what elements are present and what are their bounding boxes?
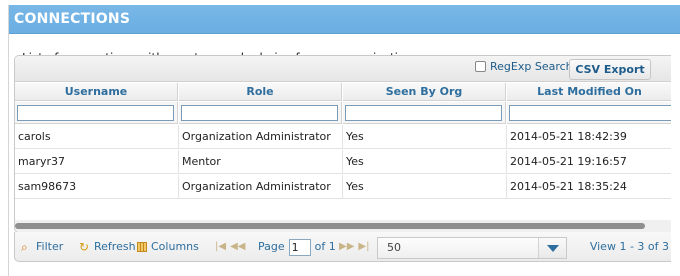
cell-role: Organization Administrator — [179, 125, 343, 149]
column-header-last-modified-on[interactable]: Last Modified On — [507, 83, 671, 101]
filter-button[interactable]: ⌕ Filter — [21, 232, 63, 262]
page-label: Page — [258, 240, 285, 253]
cell-username: maryr37 — [15, 150, 179, 174]
column-header-seen-by-org[interactable]: Seen By Org — [343, 83, 506, 101]
columns-button[interactable]: Columns — [137, 232, 199, 262]
columns-icon — [137, 242, 147, 252]
records-view-text: View 1 - 3 of 3 — [589, 240, 669, 253]
filter-input-username[interactable] — [17, 105, 174, 121]
table-row[interactable]: sam98673 Organization Administrator Yes … — [15, 175, 671, 199]
rows-per-page-select[interactable]: 50 — [377, 237, 567, 259]
horizontal-scrollbar-thumb[interactable] — [15, 223, 645, 229]
pager-nav-back: |◀ ◀◀ — [215, 232, 245, 262]
page-indicator: Page 1 of 1 — [258, 232, 336, 262]
regexp-search-toggle[interactable]: RegExp Search — [475, 60, 573, 73]
grid-pager: ⌕ Filter ↻ Refresh Columns |◀ ◀◀ Page 1 … — [14, 232, 671, 262]
filter-input-role[interactable] — [181, 105, 338, 121]
filter-input-last-modified-on[interactable] — [509, 105, 671, 121]
horizontal-scrollbar[interactable] — [15, 220, 671, 232]
first-page-icon[interactable]: |◀ — [215, 232, 226, 262]
cell-seen-by-org: Yes — [343, 175, 507, 199]
rows-per-page-dropdown-button[interactable] — [538, 238, 566, 258]
cell-seen-by-org: Yes — [343, 150, 507, 174]
filter-button-label: Filter — [36, 240, 64, 253]
cell-last-modified-on: 2014-05-21 18:35:24 — [510, 180, 627, 193]
column-header-role[interactable]: Role — [179, 83, 342, 101]
last-page-icon[interactable]: ▶| — [358, 232, 369, 262]
connections-grid: RegExp Search CSV Export Username Role S… — [14, 55, 671, 233]
refresh-button[interactable]: ↻ Refresh — [79, 232, 136, 262]
pager-nav-forward: ▶▶ ▶| — [339, 232, 369, 262]
chevron-down-icon — [547, 245, 559, 252]
regexp-search-checkbox[interactable] — [475, 61, 486, 72]
rows-per-page-value: 50 — [387, 241, 401, 254]
next-page-icon[interactable]: ▶▶ — [339, 232, 354, 262]
filter-input-seen-by-org[interactable] — [345, 105, 502, 121]
magnifier-icon: ⌕ — [21, 239, 28, 254]
table-row[interactable]: carols Organization Administrator Yes 20… — [15, 125, 671, 149]
page-count-label: of 1 — [314, 240, 336, 253]
panel-title: CONNECTIONS — [9, 5, 680, 34]
refresh-button-label: Refresh — [94, 240, 136, 253]
cell-seen-by-org: Yes — [343, 125, 507, 149]
refresh-icon: ↻ — [79, 239, 90, 254]
csv-export-button[interactable]: CSV Export — [569, 59, 651, 80]
cell-username: sam98673 — [15, 175, 179, 199]
filter-cell-last-modified-on — [507, 102, 671, 124]
cell-username: carols — [15, 125, 179, 149]
cell-last-modified-on: 2014-05-21 19:16:57 — [510, 155, 627, 168]
cell-role: Mentor — [179, 150, 343, 174]
table-row[interactable]: maryr37 Mentor Yes 2014-05-21 19:16:57 — [15, 150, 671, 174]
prev-page-icon[interactable]: ◀◀ — [230, 232, 245, 262]
cell-last-modified-on: 2014-05-21 18:42:39 — [510, 130, 627, 143]
filter-cell-seen-by-org — [343, 102, 506, 124]
regexp-search-label: RegExp Search — [490, 60, 573, 73]
cell-role: Organization Administrator — [179, 175, 343, 199]
filter-cell-role — [179, 102, 342, 124]
column-header-username[interactable]: Username — [15, 83, 178, 101]
page-number-input[interactable]: 1 — [288, 238, 311, 256]
filter-cell-username — [15, 102, 178, 124]
grid-toolbar: RegExp Search CSV Export — [15, 56, 671, 82]
columns-button-label: Columns — [151, 240, 199, 253]
